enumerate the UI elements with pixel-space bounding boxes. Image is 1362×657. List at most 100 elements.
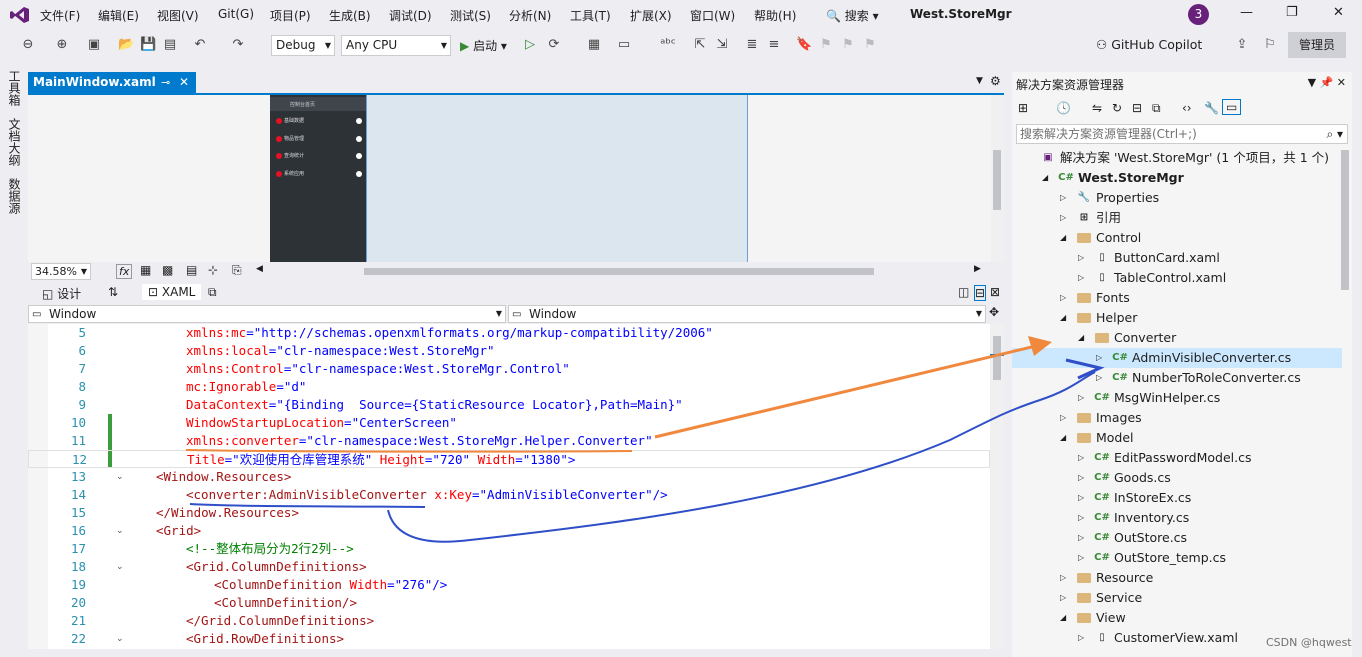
tree-node[interactable]: ▷ ▯ ButtonCard.xaml: [1012, 248, 1342, 268]
tree-node[interactable]: ▷ C# Goods.cs: [1012, 468, 1342, 488]
tree-node[interactable]: ▷ C# Inventory.cs: [1012, 508, 1342, 528]
expander-icon[interactable]: ▷: [1060, 588, 1070, 608]
expander-icon[interactable]: ◢: [1060, 308, 1070, 328]
show-all-files-icon[interactable]: ⧉: [1152, 101, 1161, 116]
artboard-icon[interactable]: ▤: [186, 263, 197, 277]
collapse-pane-icon[interactable]: ⊠: [990, 285, 1000, 299]
fx-icon[interactable]: fx: [116, 264, 133, 279]
document-tab-mainwindow[interactable]: MainWindow.xaml ⊸ ✕: [28, 72, 196, 93]
close-tab-icon[interactable]: ✕: [179, 72, 189, 93]
open-folder-icon[interactable]: 📂: [118, 37, 134, 53]
expander-icon[interactable]: ▷: [1078, 488, 1088, 508]
tab-list-icon[interactable]: ▼: [976, 76, 983, 86]
swap-panes-icon[interactable]: ⇅: [108, 285, 118, 299]
expander-icon[interactable]: ▷: [1060, 188, 1070, 208]
close-icon[interactable]: ✕: [1337, 76, 1346, 89]
project-code-icon[interactable]: ⎘: [232, 263, 242, 278]
code-view-icon[interactable]: ‹›: [1182, 101, 1192, 115]
settings-icon[interactable]: ⚙: [990, 74, 1001, 88]
refresh-icon[interactable]: ↻: [1112, 101, 1122, 115]
clear-bookmarks-icon[interactable]: ⚑: [862, 37, 878, 53]
tree-node[interactable]: ◢ C# West.StoreMgr: [1012, 168, 1342, 188]
menu-item[interactable]: 扩展(X): [630, 7, 672, 24]
expander-icon[interactable]: ▷: [1078, 388, 1088, 408]
github-copilot-button[interactable]: ⚇ GitHub Copilot: [1096, 37, 1202, 52]
tree-node[interactable]: ◢ Helper: [1012, 308, 1342, 328]
code-line[interactable]: 18 <Grid.ColumnDefinitions>: [28, 558, 990, 576]
zoom-combo[interactable]: 34.58% ▼: [31, 263, 91, 280]
menu-item[interactable]: 工具(T): [570, 7, 611, 24]
split-editor-icon[interactable]: ✥: [989, 305, 999, 319]
tree-node[interactable]: ◢ View: [1012, 608, 1342, 628]
code-line[interactable]: 11 xmlns:converter="clr-namespace:West.St…: [28, 432, 990, 450]
menu-item[interactable]: 文件(F): [40, 7, 80, 24]
history-icon[interactable]: 🕓: [1056, 101, 1071, 115]
data-sources-tab[interactable]: 数据源: [6, 178, 23, 214]
menu-item[interactable]: 分析(N): [509, 7, 551, 24]
expander-icon[interactable]: ▷: [1078, 268, 1088, 288]
code-line[interactable]: 5 xmlns:mc="http://schemas.openxmlformats…: [28, 324, 990, 342]
expander-icon[interactable]: ◢: [1060, 228, 1070, 248]
menu-item[interactable]: 窗口(W): [690, 7, 735, 24]
tree-node[interactable]: ▷ Images: [1012, 408, 1342, 428]
grid-icon[interactable]: ▦: [140, 263, 151, 277]
prev-bookmark-icon[interactable]: ⚑: [818, 37, 834, 53]
tree-node[interactable]: ▷ Resource: [1012, 568, 1342, 588]
code-line[interactable]: 17 <!--整体布局分为2行2列-->: [28, 540, 990, 558]
code-line[interactable]: 8 mc:Ignorable="d": [28, 378, 990, 396]
redo-icon[interactable]: ↷: [230, 37, 246, 53]
scroll-thumb[interactable]: [993, 336, 1001, 380]
fold-toggle-icon[interactable]: ⌄: [116, 472, 126, 482]
minimize-icon[interactable]: —: [1240, 5, 1253, 20]
tree-node[interactable]: ▷ Service: [1012, 588, 1342, 608]
properties-icon[interactable]: 🔧: [1204, 101, 1219, 115]
expander-icon[interactable]: ▷: [1096, 368, 1106, 388]
popout-icon[interactable]: ⧉: [208, 285, 217, 300]
tab-xaml[interactable]: ⊡ XAML: [142, 284, 202, 300]
tree-node[interactable]: ◢ Control: [1012, 228, 1342, 248]
menu-item[interactable]: 帮助(H): [754, 7, 796, 24]
share-icon[interactable]: ⇪: [1234, 37, 1250, 53]
expander-icon[interactable]: ▷: [1060, 568, 1070, 588]
tree-node[interactable]: ▷ C# MsgWinHelper.cs: [1012, 388, 1342, 408]
platform-combo[interactable]: Any CPU ▼: [341, 35, 451, 56]
code-line[interactable]: 12 Title="欢迎使用仓库管理系统" Height="720" Width=…: [28, 450, 990, 468]
split-vertical-icon[interactable]: ◫: [958, 285, 969, 299]
code-line[interactable]: 21 </Grid.ColumnDefinitions>: [28, 612, 990, 630]
snap-grid-icon[interactable]: ▩: [162, 263, 173, 277]
code-line[interactable]: 13 <Window.Resources>: [28, 468, 990, 486]
tree-node[interactable]: ▷ 🔧 Properties: [1012, 188, 1342, 208]
start-button[interactable]: ▶ 启动 ▾: [460, 37, 507, 54]
menu-item[interactable]: Git(G): [218, 7, 254, 21]
expander-icon[interactable]: ◢: [1078, 328, 1088, 348]
menu-item[interactable]: 生成(B): [329, 7, 371, 24]
code-line[interactable]: 16 <Grid>: [28, 522, 990, 540]
snap-lines-icon[interactable]: ⊹: [208, 263, 218, 277]
expander-icon[interactable]: ▷: [1078, 508, 1088, 528]
solution-config-icon[interactable]: ▦: [586, 37, 602, 53]
pin-icon[interactable]: 📌: [1320, 76, 1334, 89]
sync-icon[interactable]: ⇋: [1092, 101, 1102, 115]
search-menu[interactable]: 🔍 搜索 ▾: [826, 7, 879, 24]
expander-icon[interactable]: ▷: [1060, 288, 1070, 308]
code-line[interactable]: 14 <converter:AdminVisibleConverter x:Key…: [28, 486, 990, 504]
tree-node[interactable]: ▷ ▯ TableControl.xaml: [1012, 268, 1342, 288]
start-without-debug-icon[interactable]: ▷: [522, 37, 538, 53]
tree-node[interactable]: ▷ C# OutStore_temp.cs: [1012, 548, 1342, 568]
menu-item[interactable]: 视图(V): [157, 7, 199, 24]
pointer-icon[interactable]: ⇱: [692, 37, 708, 53]
menu-item[interactable]: 编辑(E): [98, 7, 139, 24]
tree-node[interactable]: ▷ C# EditPasswordModel.cs: [1012, 448, 1342, 468]
expander-icon[interactable]: ▷: [1060, 208, 1070, 228]
tree-node[interactable]: ▷ ⊞ 引用: [1012, 208, 1342, 228]
forward-icon[interactable]: ⊕: [54, 37, 70, 53]
nav-type-combo[interactable]: ▭ Window ▼: [28, 305, 506, 323]
solution-search-input[interactable]: 搜索解决方案资源管理器(Ctrl+;) ⌕ ▾: [1016, 124, 1348, 144]
code-line[interactable]: 10 WindowStartupLocation="CenterScreen": [28, 414, 990, 432]
switch-views-icon[interactable]: ⊞: [1018, 101, 1028, 115]
step-icon[interactable]: ⇲: [714, 37, 730, 53]
expander-icon[interactable]: ◢: [1060, 608, 1070, 628]
tree-node[interactable]: ◢ Model: [1012, 428, 1342, 448]
next-bookmark-icon[interactable]: ⚑: [840, 37, 856, 53]
expander-icon[interactable]: ◢: [1060, 428, 1070, 448]
